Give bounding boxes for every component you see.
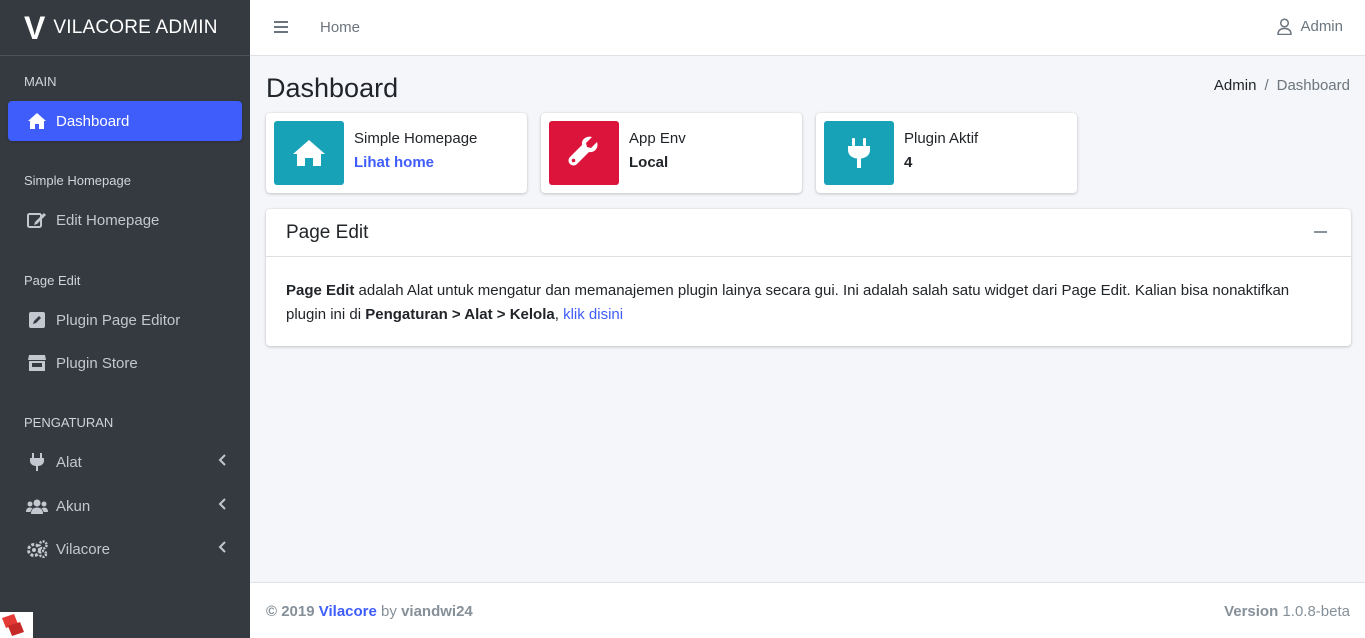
nav-header-main: MAIN <box>24 74 57 89</box>
nav-link-home[interactable]: Home <box>320 19 360 36</box>
page-title: Dashboard <box>266 73 399 103</box>
sidebar-item-label: Edit Homepage <box>56 211 160 229</box>
chevron-left-icon <box>218 541 226 553</box>
user-menu[interactable]: Admin <box>1277 18 1343 35</box>
copyright-year: © 2019 <box>266 603 315 620</box>
cogs-icon <box>26 539 48 559</box>
info-box-value: 4 <box>904 154 913 171</box>
sidebar: V VILACORE ADMIN MAIN Dashboard Simple H… <box>0 0 250 638</box>
sidebar-item-label: Plugin Page Editor <box>56 311 181 329</box>
plug-icon <box>824 121 894 185</box>
click-here-link[interactable]: klik disini <box>563 306 623 323</box>
page-edit-card: Page Edit Page Edit adalah Alat untuk me… <box>266 209 1351 346</box>
topbar: Home Admin <box>250 0 1365 56</box>
footer-brand-link[interactable]: Vilacore <box>319 603 377 620</box>
sidebar-item-label: Plugin Store <box>56 354 138 372</box>
info-box-value: Local <box>629 154 669 171</box>
user-name: Admin <box>1300 18 1343 35</box>
brand[interactable]: V VILACORE ADMIN <box>0 0 250 56</box>
brand-logo: V <box>24 9 46 46</box>
home-icon <box>26 111 48 131</box>
card-bold-title: Page Edit <box>286 282 355 299</box>
sidebar-item-vilacore[interactable]: Vilacore <box>8 529 242 569</box>
card-bold-path: Pengaturan > Alat > Kelola <box>365 306 555 323</box>
info-box-plugin-aktif: Plugin Aktif 4 <box>816 113 1077 193</box>
footer-version: Version 1.0.8-beta <box>1224 603 1350 620</box>
pen-square-icon <box>26 310 48 330</box>
brand-name: VILACORE ADMIN <box>53 16 218 38</box>
view-home-link[interactable]: Lihat home <box>354 154 434 171</box>
nav-header-page-edit: Page Edit <box>24 273 81 288</box>
users-icon <box>26 496 48 516</box>
collapse-icon[interactable] <box>1314 231 1327 233</box>
footer: © 2019 Vilacore by viandwi24 Version 1.0… <box>250 582 1365 638</box>
card-title: Page Edit <box>286 222 369 243</box>
footer-by: by <box>381 603 397 620</box>
sidebar-item-label: Akun <box>56 497 91 515</box>
menu-toggle-icon[interactable] <box>272 18 290 36</box>
info-box-label: Simple Homepage <box>354 130 478 147</box>
sidebar-item-label: Dashboard <box>56 112 130 130</box>
breadcrumb-admin[interactable]: Admin <box>1214 77 1257 94</box>
sidebar-item-akun[interactable]: Akun <box>8 486 242 526</box>
home-icon <box>274 121 344 185</box>
sidebar-item-dashboard[interactable]: Dashboard <box>8 101 242 141</box>
card-header: Page Edit <box>266 209 1351 257</box>
breadcrumb-separator: / <box>1264 77 1269 94</box>
footer-author: viandwi24 <box>401 603 473 620</box>
version-label: Version <box>1224 603 1279 620</box>
breadcrumb-current: Dashboard <box>1276 77 1350 94</box>
user-icon <box>1277 18 1293 35</box>
card-text-comma: , <box>554 306 564 323</box>
store-icon <box>26 353 48 373</box>
sidebar-item-plugin-page-editor[interactable]: Plugin Page Editor <box>8 300 242 340</box>
card-body: Page Edit adalah Alat untuk mengatur dan… <box>266 257 1351 349</box>
sidebar-item-label: Vilacore <box>56 540 110 558</box>
wrench-icon <box>549 121 619 185</box>
chevron-left-icon <box>218 498 226 510</box>
nav-header-simple-homepage: Simple Homepage <box>24 173 131 188</box>
breadcrumb: Admin / Dashboard <box>1214 77 1350 94</box>
sidebar-item-alat[interactable]: Alat <box>8 442 242 482</box>
footer-copyright: © 2019 Vilacore by viandwi24 <box>266 603 473 620</box>
corner-widget[interactable] <box>0 612 33 638</box>
nav-header-pengaturan: PENGATURAN <box>24 415 114 430</box>
edit-icon <box>26 210 48 230</box>
sidebar-item-label: Alat <box>56 453 82 471</box>
sidebar-item-plugin-store[interactable]: Plugin Store <box>8 343 242 383</box>
info-box-label: App Env <box>629 130 686 147</box>
version-value: 1.0.8-beta <box>1282 603 1350 620</box>
sidebar-item-edit-homepage[interactable]: Edit Homepage <box>8 200 242 240</box>
chevron-left-icon <box>218 454 226 466</box>
info-box-app-env: App Env Local <box>541 113 802 193</box>
info-box-label: Plugin Aktif <box>904 130 979 147</box>
plug-icon <box>26 452 48 472</box>
widget-logo-icon <box>2 614 24 636</box>
info-box-simple-homepage: Simple Homepage Lihat home <box>266 113 527 193</box>
